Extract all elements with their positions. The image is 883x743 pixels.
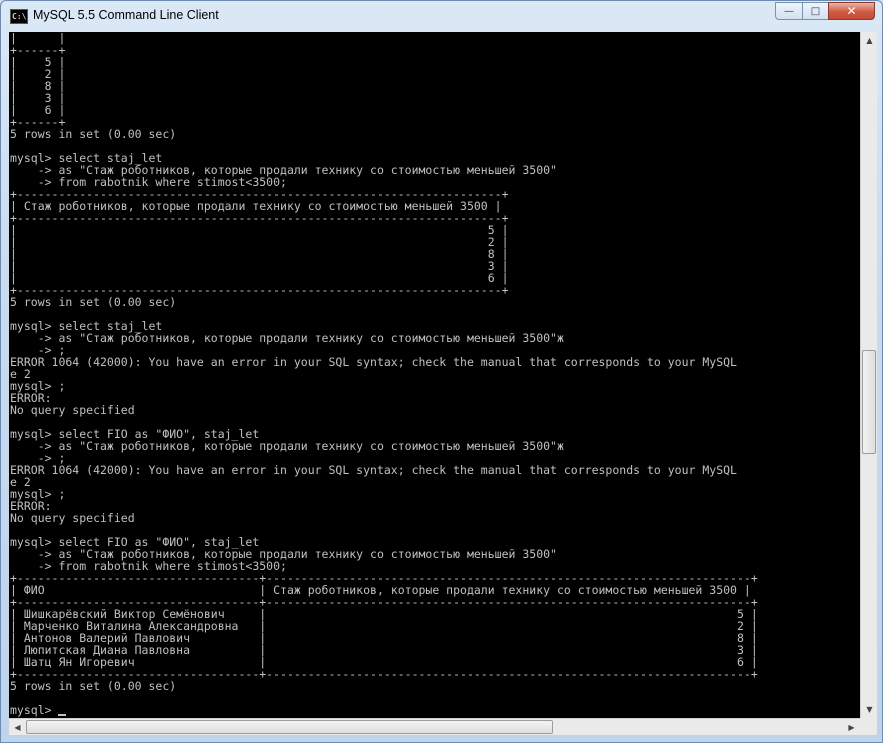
console-line: mysql> ; [10, 379, 66, 393]
console-line: 5 rows in set (0.00 sec) [10, 127, 177, 141]
console-line: ERROR 1064 (42000): You have an error in… [10, 463, 737, 477]
console-line: 5 rows in set (0.00 sec) [10, 295, 177, 309]
console-app-icon[interactable]: C:\ [10, 9, 28, 24]
title-bar[interactable]: C:\ MySQL 5.5 Command Line Client — □ ✕ [1, 1, 882, 32]
horizontal-scrollbar[interactable]: ◀ ▶ [9, 718, 860, 735]
console-line: 5 rows in set (0.00 sec) [10, 679, 177, 693]
console-line: | 2 | [10, 67, 66, 81]
console-line: e 2 [10, 475, 31, 489]
vertical-scrollbar[interactable]: ▲ ▼ [860, 32, 877, 718]
caption-buttons: — □ ✕ [775, 2, 875, 21]
resize-grip[interactable] [860, 718, 877, 735]
scroll-left-icon[interactable]: ◀ [9, 719, 26, 736]
console-window: C:\ MySQL 5.5 Command Line Client — □ ✕ … [0, 0, 883, 743]
scroll-right-icon[interactable]: ▶ [843, 719, 860, 736]
console-line: mysql> [10, 703, 59, 717]
horizontal-scroll-thumb[interactable] [26, 720, 553, 734]
console-line: | 3 | [10, 91, 66, 105]
vertical-scroll-thumb[interactable] [862, 350, 876, 454]
scroll-down-icon[interactable]: ▼ [861, 701, 878, 718]
console-line: ERROR 1064 (42000): You have an error in… [10, 355, 737, 369]
window-title: MySQL 5.5 Command Line Client [33, 8, 219, 22]
console-line: No query specified [10, 511, 135, 525]
console-line: e 2 [10, 367, 31, 381]
close-button[interactable]: ✕ [828, 2, 875, 20]
console-line: | | [10, 32, 66, 45]
maximize-icon: □ [810, 5, 821, 17]
console-line: ERROR: [10, 391, 52, 405]
console-line: ERROR: [10, 499, 52, 513]
minimize-button[interactable]: — [775, 2, 802, 20]
console-line: -> as "Стаж роботников, которые продали … [10, 331, 564, 345]
console-output-area[interactable]: | | +------+ | 5 | | 2 | | 8 | | 3 | | 6 | +---… [9, 32, 860, 718]
console-line: | 8 | [10, 79, 66, 93]
close-icon: ✕ [846, 4, 857, 18]
console-line: +------+ [10, 43, 66, 57]
console-line: -> as "Стаж роботников, которые продали … [10, 439, 564, 453]
console-line: No query specified [10, 403, 135, 417]
maximize-button[interactable]: □ [802, 2, 828, 20]
console-line: | 5 | [10, 55, 66, 69]
console-line: | 6 | [10, 103, 66, 117]
minimize-icon: — [784, 5, 794, 17]
console-text: | | +------+ | 5 | | 2 | | 8 | | 3 | | 6 | +---… [10, 32, 860, 716]
console-line: mysql> ; [10, 487, 66, 501]
text-cursor [58, 714, 67, 716]
scroll-up-icon[interactable]: ▲ [861, 32, 878, 49]
